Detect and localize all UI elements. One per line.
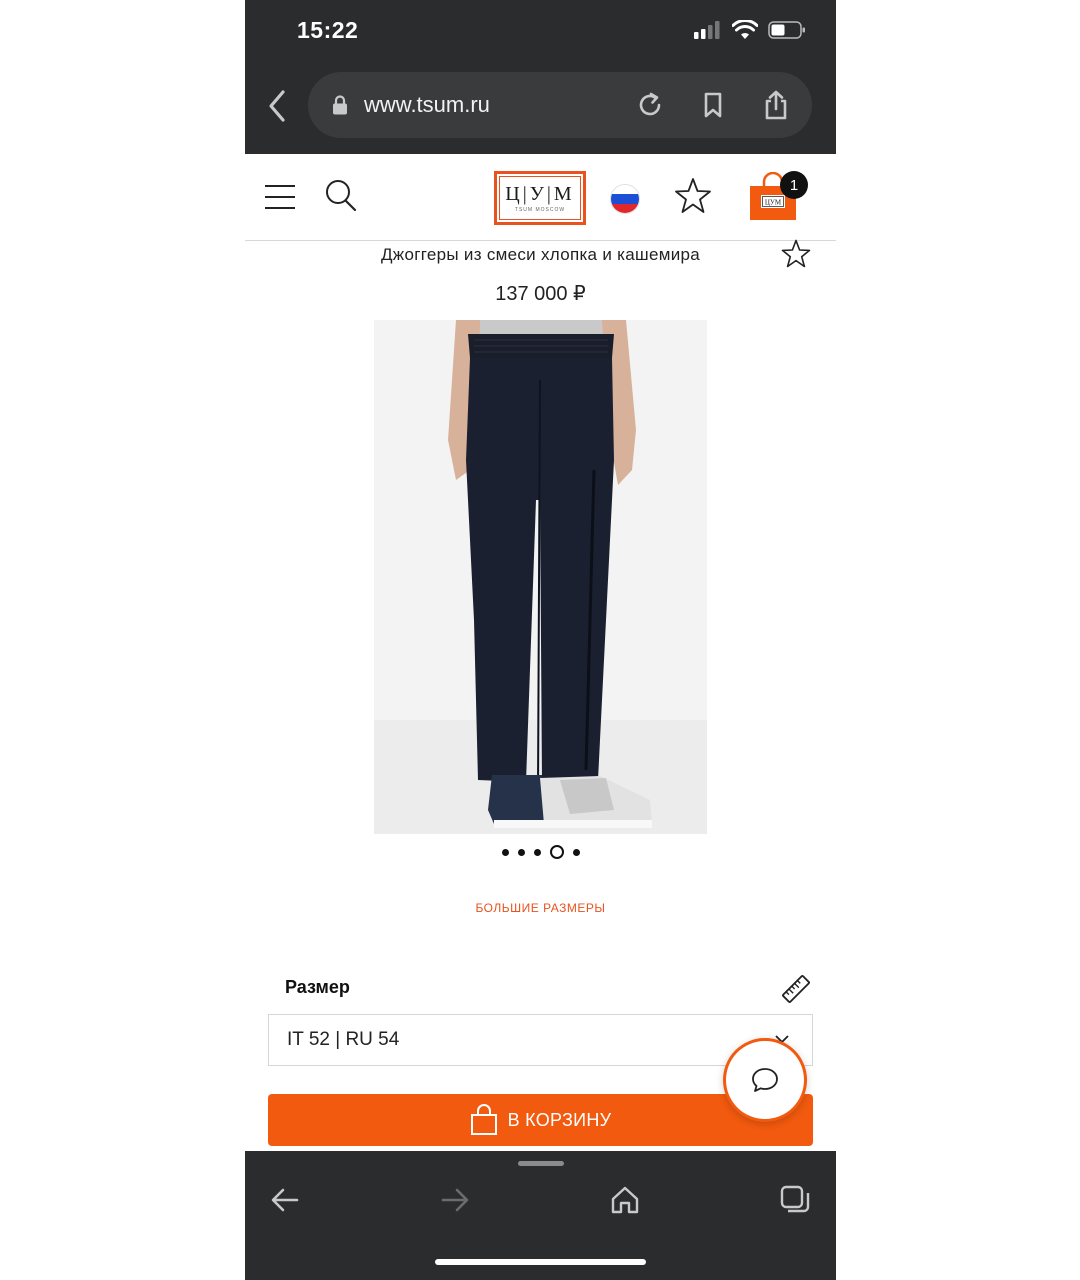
lock-icon — [333, 95, 347, 115]
battery-icon — [768, 21, 805, 39]
url-text: www.tsum.ru — [364, 92, 490, 117]
big-sizes-link[interactable]: БОЛЬШИЕ РАЗМЕРЫ — [245, 901, 836, 915]
tsum-logo[interactable]: Ц|У|М TSUM MOSCOW — [494, 171, 586, 225]
svg-text:ЦУМ: ЦУМ — [765, 199, 782, 207]
browser-top-bar: 15:22 www.tsum.ru — [245, 0, 836, 154]
size-chart-ruler-icon[interactable] — [781, 974, 811, 1004]
gallery-dot[interactable] — [572, 848, 580, 856]
logo-subtitle: TSUM MOSCOW — [514, 207, 566, 213]
status-time: 15:22 — [297, 17, 359, 43]
gallery-pagination[interactable] — [245, 845, 836, 859]
browser-bottom-bar — [245, 1151, 836, 1280]
reload-icon[interactable] — [635, 90, 665, 120]
address-bar[interactable]: www.tsum.ru — [308, 72, 812, 138]
bookmark-icon[interactable] — [698, 90, 728, 120]
tabs-icon[interactable] — [779, 1184, 811, 1216]
chat-button[interactable] — [723, 1038, 807, 1122]
gallery-dot[interactable] — [501, 848, 509, 856]
gallery-dot[interactable] — [517, 848, 525, 856]
home-icon[interactable] — [609, 1184, 641, 1216]
product-photo[interactable] — [374, 320, 707, 834]
wifi-icon — [732, 20, 758, 39]
product-title: Джоггеры из смеси хлопка и кашемира — [380, 245, 701, 264]
home-indicator — [435, 1259, 646, 1265]
site-header: Ц|У|М TSUM MOSCOW ЦУМ — [245, 154, 836, 241]
gallery-dot[interactable] — [533, 848, 541, 856]
search-icon[interactable] — [325, 179, 357, 213]
nav-forward-icon[interactable] — [439, 1184, 471, 1216]
status-icons — [694, 20, 806, 40]
nav-back-icon[interactable] — [269, 1184, 301, 1216]
favorites-star-icon[interactable] — [674, 177, 712, 215]
signal-icon — [694, 21, 720, 39]
russia-flag-icon[interactable] — [611, 185, 639, 213]
product-illustration — [374, 320, 707, 834]
browser-back-icon[interactable] — [263, 86, 291, 126]
cart-count-badge: 1 — [780, 171, 808, 199]
share-icon[interactable] — [761, 90, 791, 120]
size-select-value: IT 52 | RU 54 — [287, 1029, 400, 1050]
phone-screen: 15:22 www.tsum.ru Ц|У|М TSUM MOSCOW ЦУМ … — [245, 0, 836, 1280]
add-to-cart-label: В КОРЗИНУ — [507, 1109, 612, 1130]
chat-bubble-icon — [752, 1068, 778, 1092]
add-to-favorites-star-icon[interactable] — [780, 239, 812, 269]
toolbar-grab-handle[interactable] — [518, 1161, 564, 1166]
menu-icon[interactable] — [265, 184, 297, 210]
gallery-dot-active[interactable] — [549, 845, 564, 859]
size-label: Размер — [285, 977, 350, 997]
logo-letters: Ц|У|М — [505, 183, 575, 205]
shopping-bag-icon — [470, 1104, 497, 1135]
product-price: 137 000 ₽ — [495, 283, 586, 305]
